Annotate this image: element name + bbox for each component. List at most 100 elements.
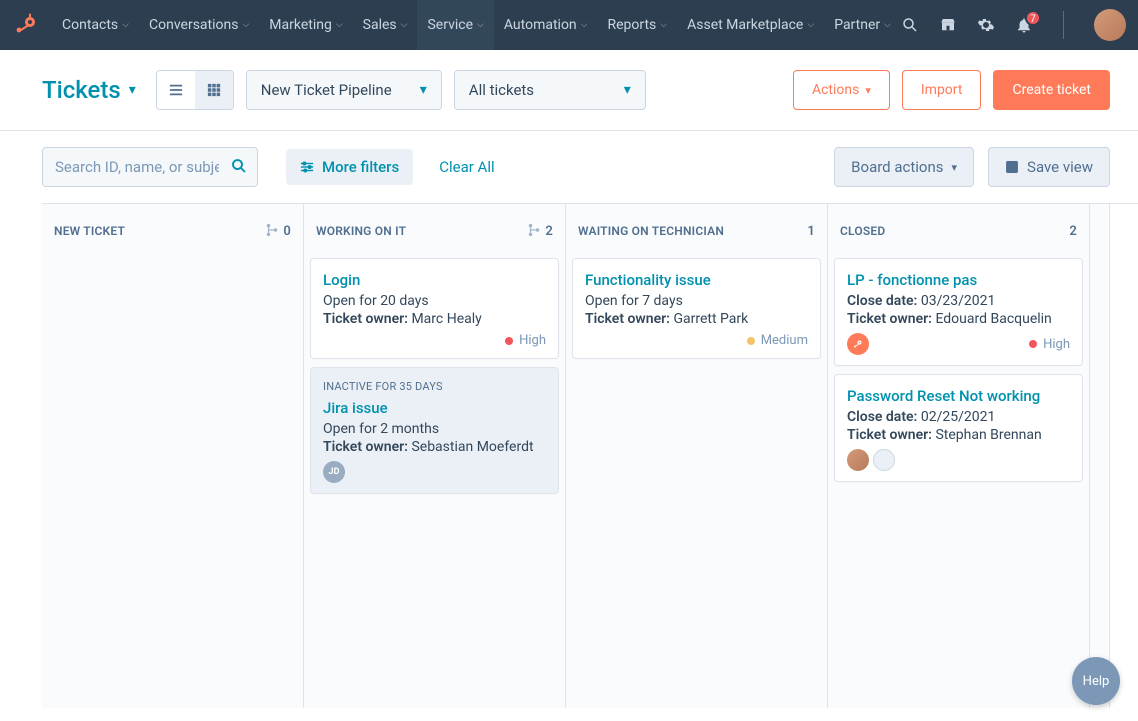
- marketplace-icon[interactable]: [939, 16, 957, 34]
- nav-item-conversations[interactable]: Conversations ⌵: [139, 0, 259, 50]
- filter-bar: More filters Clear All Board actions ▾ S…: [0, 131, 1138, 203]
- board-actions-label: Board actions: [851, 158, 943, 176]
- top-navigation: Contacts⌵Conversations⌵Marketing⌵Sales⌵S…: [0, 0, 1138, 50]
- caret-down-icon: ▾: [624, 82, 631, 98]
- caret-down-icon: ▾: [865, 84, 871, 97]
- hubspot-logo[interactable]: [14, 11, 38, 39]
- column-count: 1: [807, 224, 815, 239]
- settings-gear-icon[interactable]: [977, 16, 995, 34]
- caret-down-icon: ⌵: [884, 20, 891, 30]
- caret-down-icon: ⌵: [336, 20, 343, 30]
- card-open-duration: Open for 20 days: [323, 293, 546, 309]
- card-owner: Ticket owner: Marc Healy: [323, 311, 546, 327]
- inactive-badge: INACTIVE FOR 35 DAYS: [323, 380, 546, 393]
- view-switcher: [156, 70, 234, 110]
- more-filters-label: More filters: [322, 158, 399, 176]
- actions-dropdown-button[interactable]: Actions ▾: [793, 70, 890, 110]
- priority-indicator: High: [505, 333, 546, 348]
- priority-dot-icon: [505, 337, 513, 345]
- view-select[interactable]: All tickets ▾: [454, 70, 646, 110]
- nav-item-contacts[interactable]: Contacts⌵: [52, 0, 139, 50]
- column-header[interactable]: WORKING ON IT2: [304, 204, 565, 258]
- board-column: NEW TICKET 0: [42, 204, 304, 708]
- column-header[interactable]: NEW TICKET 0: [42, 204, 303, 258]
- ticket-card[interactable]: Password Reset Not working Close date: 02…: [834, 374, 1083, 482]
- board-column: CLOSED2 LP - fonctionne pas Close date: 03…: [828, 204, 1090, 708]
- column-count: 0: [283, 224, 291, 239]
- ticket-card[interactable]: Functionality issueOpen for 7 daysTicket…: [572, 258, 821, 359]
- priority-indicator: Medium: [747, 333, 808, 348]
- card-close-date: Close date: 02/25/2021: [847, 409, 1070, 425]
- save-view-label: Save view: [1027, 158, 1093, 176]
- nav-item-partner[interactable]: Partner ⌵: [824, 0, 901, 50]
- column-body: Functionality issueOpen for 7 daysTicket…: [566, 258, 827, 708]
- nav-item-label: Sales: [363, 17, 397, 33]
- more-filters-button[interactable]: More filters: [286, 149, 413, 185]
- page-title-dropdown[interactable]: Tickets ▾: [42, 76, 136, 104]
- column-header[interactable]: CLOSED2: [828, 204, 1089, 258]
- nav-item-label: Partner: [834, 17, 880, 33]
- search-input[interactable]: [42, 147, 258, 187]
- pipeline-select[interactable]: New Ticket Pipeline ▾: [246, 70, 442, 110]
- caret-down-icon: ⌵: [242, 20, 249, 30]
- notifications-bell-icon[interactable]: 7: [1015, 16, 1033, 34]
- card-close-date: Close date: 03/23/2021: [847, 293, 1070, 309]
- workflow-branch-icon: [265, 223, 283, 240]
- card-owner: Ticket owner: Stephan Brennan: [847, 427, 1070, 443]
- save-view-button[interactable]: Save view: [988, 147, 1110, 187]
- column-title: NEW TICKET: [54, 224, 125, 238]
- workflow-branch-icon: [527, 223, 545, 240]
- nav-item-automation[interactable]: Automation ⌵: [494, 0, 598, 50]
- nav-item-sales[interactable]: Sales ⌵: [353, 0, 418, 50]
- notification-count-badge: 7: [1025, 10, 1041, 26]
- actions-label: Actions: [812, 82, 859, 98]
- ticket-card[interactable]: LP - fonctionne pas Close date: 03/23/202…: [834, 258, 1083, 366]
- nav-item-label: Reports: [607, 17, 656, 33]
- page-title-text: Tickets: [42, 76, 121, 104]
- nav-item-label: Conversations: [149, 17, 238, 33]
- hubspot-chip-icon: [847, 333, 869, 355]
- card-title: LP - fonctionne pas: [847, 271, 1070, 289]
- nav-item-label: Service: [427, 17, 473, 33]
- page-toolbar: Tickets ▾ New Ticket Pipeline ▾ All tick…: [0, 50, 1138, 131]
- column-header[interactable]: WAITING ON TECHNICIAN1: [566, 204, 827, 258]
- create-ticket-button[interactable]: Create ticket: [993, 70, 1110, 110]
- nav-item-reports[interactable]: Reports ⌵: [597, 0, 677, 50]
- caret-down-icon: ⌵: [581, 20, 588, 30]
- assignee-chip: JD: [323, 461, 345, 483]
- caret-down-icon: ⌵: [122, 20, 129, 30]
- card-title: Jira issue: [323, 399, 546, 417]
- ticket-card[interactable]: INACTIVE FOR 35 DAYS Jira issue Open for 2…: [310, 367, 559, 494]
- card-title: Password Reset Not working: [847, 387, 1070, 405]
- search-icon[interactable]: [901, 16, 919, 34]
- import-button[interactable]: Import: [902, 70, 982, 110]
- clear-all-link[interactable]: Clear All: [439, 158, 494, 176]
- card-open-duration: Open for 2 months: [323, 421, 546, 437]
- nav-item-label: Automation: [504, 17, 577, 33]
- board-view-button[interactable]: [195, 71, 233, 109]
- column-body: LP - fonctionne pas Close date: 03/23/202…: [828, 258, 1089, 708]
- board-column: WORKING ON IT2LoginOpen for 20 daysTicke…: [304, 204, 566, 708]
- caret-down-icon: ⌵: [660, 20, 667, 30]
- create-ticket-label: Create ticket: [1012, 82, 1091, 98]
- nav-item-marketing[interactable]: Marketing⌵: [259, 0, 352, 50]
- caret-down-icon: ▾: [129, 82, 136, 98]
- nav-item-asset-marketplace[interactable]: Asset Marketplace⌵: [677, 0, 824, 50]
- assignee-empty-chip: [873, 449, 895, 471]
- divider: [1063, 11, 1064, 39]
- nav-item-label: Asset Marketplace: [687, 17, 803, 33]
- ticket-card[interactable]: LoginOpen for 20 daysTicket owner: Marc …: [310, 258, 559, 359]
- list-view-button[interactable]: [157, 71, 195, 109]
- nav-item-service[interactable]: Service ⌵: [417, 0, 493, 50]
- search-icon[interactable]: [230, 157, 248, 179]
- user-avatar[interactable]: [1094, 9, 1126, 41]
- board-actions-dropdown[interactable]: Board actions ▾: [834, 147, 974, 187]
- board-column-overflow: [1090, 204, 1110, 708]
- help-button[interactable]: Help: [1072, 657, 1120, 705]
- caret-down-icon: ⌵: [401, 20, 408, 30]
- help-label: Help: [1083, 674, 1110, 689]
- card-owner: Ticket owner: Edouard Bacquelin: [847, 311, 1070, 327]
- caret-down-icon: ⌵: [477, 20, 484, 30]
- board-column: WAITING ON TECHNICIAN1Functionality issu…: [566, 204, 828, 708]
- column-title: WORKING ON IT: [316, 224, 406, 238]
